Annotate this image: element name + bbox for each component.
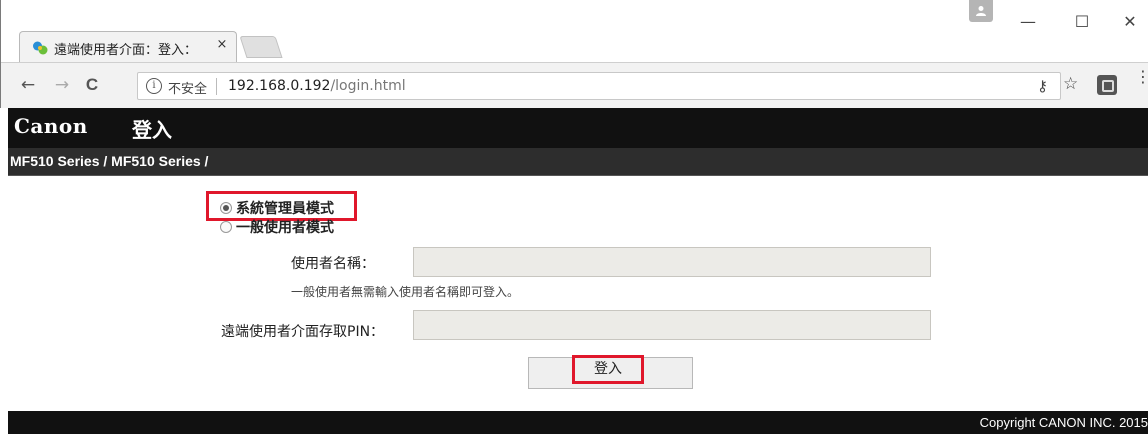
page-title: 登入 xyxy=(132,118,172,142)
browser-menu-icon[interactable]: ⋮ xyxy=(1135,69,1148,85)
admin-mode-option[interactable]: 系統管理員模式 xyxy=(220,198,334,218)
back-arrow-icon[interactable]: ← xyxy=(17,75,39,95)
browser-toolbar: ← → C i 不安全 192.168.0.192/login.html ⚷ ☆… xyxy=(1,62,1148,108)
page-footer: Copyright CANON INC. 2015 xyxy=(8,411,1148,434)
url-text[interactable]: 192.168.0.192/login.html xyxy=(228,78,406,94)
extension-icon[interactable] xyxy=(1097,75,1117,95)
username-hint: 一般使用者無需輸入使用者名稱即可登入。 xyxy=(291,285,520,299)
pin-input[interactable] xyxy=(413,310,931,340)
close-window-button[interactable]: ✕ xyxy=(1115,12,1145,31)
admin-mode-label: 系統管理員模式 xyxy=(236,201,334,217)
general-user-mode-option[interactable]: 一般使用者模式 xyxy=(220,217,334,237)
tab-close-icon[interactable]: × xyxy=(214,37,230,52)
general-user-mode-radio[interactable] xyxy=(220,221,232,233)
login-button-label[interactable]: 登入 xyxy=(572,355,644,384)
person-icon xyxy=(976,6,986,16)
new-tab-button[interactable] xyxy=(239,36,283,58)
info-icon[interactable]: i xyxy=(146,78,162,94)
copyright-text: Copyright CANON INC. 2015 xyxy=(979,415,1148,430)
forward-arrow-icon[interactable]: → xyxy=(51,75,73,95)
url-path: /login.html xyxy=(330,78,406,94)
login-form: 系統管理員模式 一般使用者模式 使用者名稱： 一般使用者無需輸入使用者名稱即可登… xyxy=(8,177,1148,411)
address-separator xyxy=(216,78,217,95)
admin-mode-radio[interactable] xyxy=(220,202,232,214)
browser-tab[interactable]: 遠端使用者介面：登入： × xyxy=(19,31,237,62)
minimize-button[interactable]: — xyxy=(1013,12,1043,31)
breadcrumb-bar: MF510 Series / MF510 Series / xyxy=(8,148,1148,176)
pin-label: 遠端使用者介面存取PIN： xyxy=(221,324,385,340)
username-input[interactable] xyxy=(413,247,931,277)
profile-button[interactable] xyxy=(969,0,993,22)
canon-remote-ui-icon xyxy=(32,40,48,56)
tab-strip: 遠端使用者介面：登入： × — ☐ ✕ xyxy=(1,0,1148,62)
reload-icon[interactable]: C xyxy=(81,75,103,95)
breadcrumb: MF510 Series / MF510 Series / xyxy=(10,153,209,169)
security-status[interactable]: 不安全 xyxy=(168,78,207,97)
page-header: Canon 登入 xyxy=(8,108,1148,148)
url-host: 192.168.0.192 xyxy=(228,78,331,94)
maximize-button[interactable]: ☐ xyxy=(1067,12,1097,31)
bookmark-star-icon[interactable]: ☆ xyxy=(1063,74,1078,94)
general-user-mode-label: 一般使用者模式 xyxy=(236,220,334,236)
tab-title: 遠端使用者介面：登入： xyxy=(54,43,198,58)
browser-chrome: 遠端使用者介面：登入： × — ☐ ✕ ← → C i 不安全 192.168.… xyxy=(0,0,1148,108)
address-bar[interactable]: i 不安全 192.168.0.192/login.html xyxy=(137,72,1061,100)
remote-ui-page: Canon 登入 MF510 Series / MF510 Series / 系… xyxy=(8,108,1148,434)
username-label: 使用者名稱： xyxy=(291,256,375,272)
key-icon[interactable]: ⚷ xyxy=(1037,77,1048,95)
canon-logo: Canon xyxy=(14,114,88,138)
